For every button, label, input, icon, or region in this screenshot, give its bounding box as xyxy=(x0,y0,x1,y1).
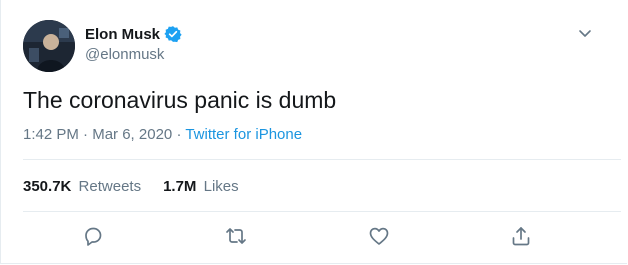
retweets-label: Retweets xyxy=(78,178,142,195)
user-handle[interactable]: @elonmusk xyxy=(85,46,164,63)
likes-stat[interactable]: 1.7M Likes xyxy=(163,178,239,195)
tweet-source-link[interactable]: Twitter for iPhone xyxy=(185,126,302,143)
likes-count: 1.7M xyxy=(163,178,197,195)
likes-label: Likes xyxy=(203,178,239,195)
reply-icon[interactable] xyxy=(81,224,105,248)
name-row: Elon Musk xyxy=(85,24,182,44)
user-avatar-image xyxy=(23,20,75,72)
meta-separator: · xyxy=(83,126,93,143)
retweets-count: 350.7K xyxy=(23,178,72,195)
retweet-icon[interactable] xyxy=(224,224,248,248)
verified-badge-icon xyxy=(164,25,182,43)
display-name[interactable]: Elon Musk xyxy=(85,26,160,43)
tweet-time[interactable]: 1:42 PM xyxy=(23,126,79,143)
like-icon[interactable] xyxy=(367,224,391,248)
tweet-card: Elon Musk @elonmusk The coronavirus pani… xyxy=(0,0,627,264)
tweet-text: The coronavirus panic is dumb xyxy=(23,87,337,113)
tweet-stats: 350.7K Retweets 1.7M Likes xyxy=(23,178,261,195)
divider xyxy=(23,159,621,160)
divider xyxy=(23,211,621,212)
tweet-date[interactable]: Mar 6, 2020 xyxy=(92,126,172,143)
tweet-meta: 1:42 PM · Mar 6, 2020 · Twitter for iPho… xyxy=(23,126,302,143)
chevron-down-icon[interactable] xyxy=(576,24,594,42)
avatar[interactable] xyxy=(23,20,75,72)
retweets-stat[interactable]: 350.7K Retweets xyxy=(23,178,141,195)
share-icon[interactable] xyxy=(509,224,533,248)
meta-separator: · xyxy=(176,126,186,143)
